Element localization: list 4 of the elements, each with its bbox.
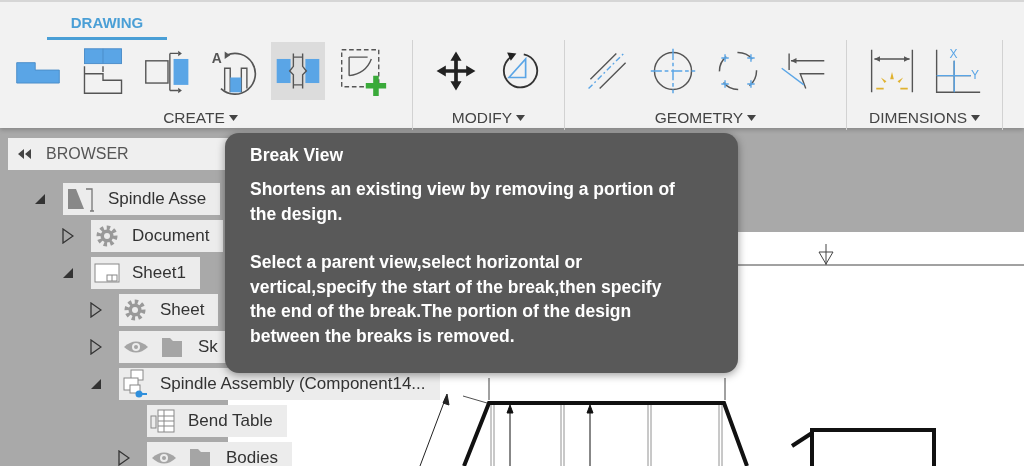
tooltip-text: Shortens an existing view by removing a portion of the design. — [250, 178, 676, 226]
panel-title: BROWSER — [46, 145, 129, 163]
tooltip-title: Break View — [250, 145, 345, 166]
tooltip-text: Select a parent view,select horizontal or vertical,specify the start of the break,then specify the end of the break.The portion of the design between the breaks is removed. — [250, 251, 663, 348]
